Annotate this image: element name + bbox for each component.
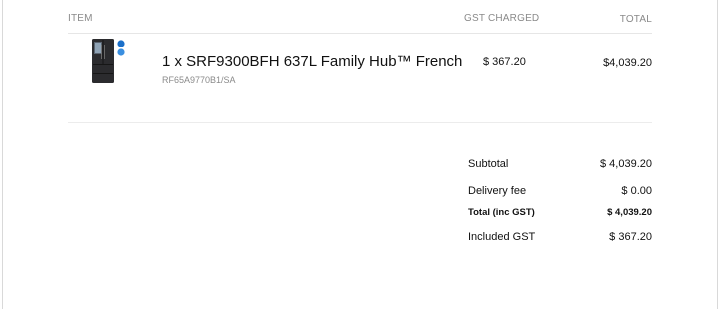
product-name-link[interactable]: 1 x SRF9300BFH 637L Family Hub™ French xyxy=(162,53,462,70)
delivery-fee-value: $ 0.00 xyxy=(621,185,652,197)
delivery-fee-label: Delivery fee xyxy=(468,185,527,197)
subtotal-label: Subtotal xyxy=(468,158,509,170)
total-inc-gst-value: $ 4,039.20 xyxy=(607,207,652,218)
item-divider xyxy=(68,122,652,123)
product-thumbnail[interactable] xyxy=(86,37,128,85)
product-sku: RF65A9770B1/SA xyxy=(162,75,236,85)
total-column-header: TOTAL xyxy=(619,14,652,25)
panel-right-border xyxy=(717,0,718,309)
item-total-value: $4,039.20 xyxy=(603,57,652,69)
total-inc-gst-label: Total (inc GST) xyxy=(468,207,535,218)
item-gst-value: $ 367.20 xyxy=(483,56,526,68)
header-divider xyxy=(68,33,652,34)
included-gst-value: $ 367.20 xyxy=(609,231,652,243)
subtotal-value: $ 4,039.20 xyxy=(600,158,652,170)
item-column-header: ITEM xyxy=(68,13,93,24)
included-gst-label: Included GST xyxy=(468,231,536,243)
gst-column-header: GST CHARGED xyxy=(464,13,540,24)
panel-left-border xyxy=(2,0,3,309)
refrigerator-icon xyxy=(92,39,125,83)
